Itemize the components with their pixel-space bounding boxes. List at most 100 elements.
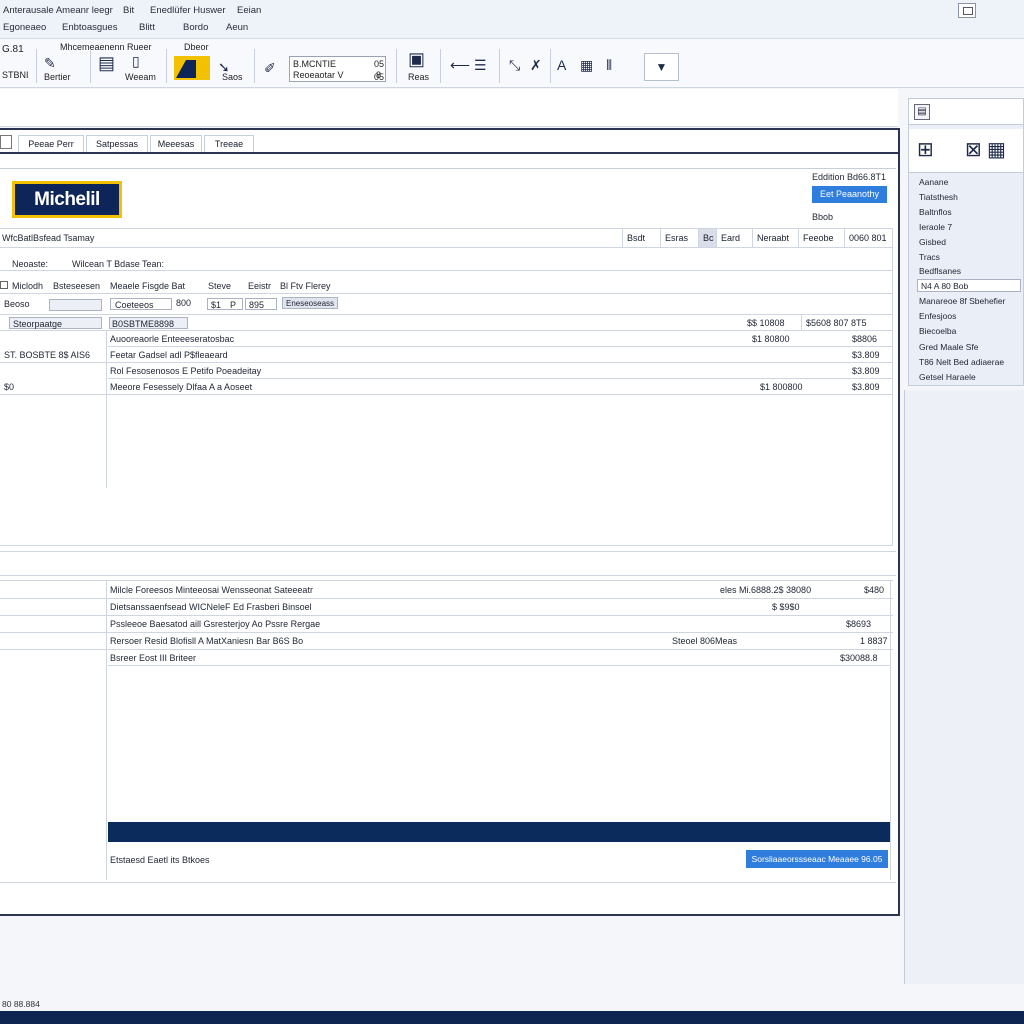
filter-checkbox[interactable] [0,281,8,289]
status-bar: 80 88.884 [0,997,1024,1011]
toolbar-button-label[interactable]: Reas [408,72,429,82]
table-cell: Steoel 806Meas [672,636,738,646]
pin-icon[interactable]: ✎ [44,55,56,71]
combo-value: Reoeaotar V [293,70,344,80]
menu-item[interactable]: Enedlüfer Huswer [150,5,226,16]
filter-item[interactable]: Bsteseesen [53,281,100,291]
tab-item[interactable]: Treeae [204,135,254,152]
field-value: P [230,300,237,310]
filter-item[interactable]: Eeistr [248,281,271,291]
list-icon[interactable]: ☰ [474,57,487,73]
filter-item[interactable]: Bl Ftv Flerey [280,281,331,291]
filter-item[interactable]: Steve [208,281,231,291]
dropdown-button[interactable]: ▼ [644,53,679,81]
text-field[interactable]: $1 P [207,298,243,310]
text-field[interactable] [49,299,102,311]
panel-field[interactable]: N4 A 80 Bob [917,279,1021,292]
menu-item[interactable]: Bordo [183,22,208,33]
summary-col-header[interactable]: Bsdt [622,229,660,247]
tab-item[interactable]: Peeae Perr [18,135,84,152]
table-cell: $ $9$0 [772,602,800,612]
brand-logo: Michelil [12,181,122,218]
panel-item[interactable]: Gisbed [919,237,946,247]
app-logo-icon[interactable] [174,56,210,80]
panel-item[interactable]: Tracs [919,252,940,262]
tab-item[interactable]: Meeesas [150,135,202,152]
toolbar-group-title: Mhcemeaenenn Rueer [60,42,152,52]
summary-col-header[interactable]: Feeobe [798,229,844,247]
taskbar [0,1011,1024,1024]
status-text: 80 88.884 [2,999,40,1009]
row-label-field[interactable]: B0SBTME8898 [109,317,188,329]
bookmark-icon[interactable]: ▯ [132,53,140,69]
grid-icon[interactable]: ⊞ [917,137,934,162]
table-cell: Pssleeoe Baesatod aill Gsresterjoy Ao Ps… [110,619,321,629]
input-label: Beoso [4,299,30,309]
panel-item[interactable]: Ieraole 7 [919,222,952,232]
panel-item[interactable]: Enfesjoos [919,311,956,321]
field-value: 895 [249,300,265,310]
layout-icon[interactable]: ▦ [987,137,1006,162]
panel-icon[interactable]: ▤ [914,104,930,120]
table-cell: $1 800800 [760,382,803,392]
primary-action-button[interactable]: Eet Peaanothy [812,186,887,203]
arrow-left-icon[interactable]: ⟵ [450,57,470,73]
tools-icon[interactable]: ⊠ [965,137,982,162]
filter-item[interactable]: Miclodh [12,281,43,291]
toolbar-label: G.81 [2,44,24,55]
row-label: Steorpaatge [13,319,63,329]
table-cell: $3.809 [852,382,880,392]
cross-icon[interactable]: ✗ [530,57,542,73]
page-icon[interactable] [0,135,12,149]
panel-item[interactable]: Biecoelba [919,326,956,336]
menu-item[interactable]: Aeun [226,22,248,33]
edit-icon[interactable]: ✐ [264,60,276,76]
summary-col-header[interactable]: 0060 801 [844,229,892,247]
menu-item[interactable]: Enbtoasgues [62,22,117,33]
text-field[interactable]: 895 [245,298,277,310]
menu-item[interactable]: Eeian [237,5,261,16]
table-icon[interactable]: ▦ [580,57,593,73]
row-label-field[interactable]: Steorpaatge [9,317,102,329]
panel-item[interactable]: Manareoe 8f Sbehefier [919,296,1005,306]
toolbar-button-label[interactable]: Weeam [125,72,156,82]
panel-item[interactable]: Tiatsthesh [919,192,958,202]
tab-item[interactable]: Satpessas [86,135,148,152]
menu-item[interactable]: Egoneaeo [3,22,46,33]
style-combo[interactable]: B.MCNTIE Reoeaotar V 8 [289,56,386,82]
search-value[interactable]: Wilcean T Bdase Tean: [72,259,164,269]
toolbar-button-label[interactable]: Saos [222,72,243,82]
menu-item[interactable]: Blitt [139,22,155,33]
summary-col-header[interactable]: Esras [660,229,698,247]
table-cell: Feetar Gadsel adl P$fleaeard [110,350,228,360]
panel-item[interactable]: Aanane [919,177,948,187]
menu-item[interactable]: Bit [123,5,134,16]
toolbar-button-label[interactable]: Bertier [44,72,71,82]
panel-item[interactable]: Getsel Haraele [919,372,976,382]
menu-item[interactable]: Anterausale Ameanr leegr [3,5,113,16]
table-cell: $480 [864,585,885,595]
menu-bar: Anterausale Ameanr leegr Bit Enedlüfer H… [0,0,1024,38]
panel-item[interactable]: Baltnflos [919,207,952,217]
font-icon[interactable]: A [557,57,566,73]
summary-col-header[interactable]: Eard [716,229,752,247]
filter-item[interactable]: Meaele Fisgde Bat [110,281,185,291]
table-cell: $3.809 [852,350,880,360]
header-value: $$ 10808 [747,318,785,328]
document-icon[interactable]: ▤ [98,54,115,72]
panel-item[interactable]: Bedflsanes [919,266,961,276]
panel-item[interactable]: T86 Nelt Bed adiaerae [919,357,1004,367]
small-button[interactable]: Eneseoseass [282,297,338,309]
table-cell: Rol Fesosenosos E Petifo Poeadeitay [110,366,262,376]
summary-col-header[interactable]: Neraabt [752,229,798,247]
text-field[interactable]: Coeteeos [110,298,172,310]
expand-icon[interactable]: ⤡ [509,57,520,73]
chart-icon[interactable]: ⦀ [606,57,612,73]
footer-action-button[interactable]: Sorsliaaeorssseaac Meaaee 96.05 [746,850,888,868]
panel-item[interactable]: Gred Maale Sfe [919,342,979,352]
footer-bar [108,822,890,842]
header-value: $5608 807 8T5 [806,318,867,328]
report-icon[interactable]: ▣ [408,50,425,68]
restore-window-icon[interactable] [958,3,976,18]
summary-col-header[interactable]: Bc [698,229,716,247]
